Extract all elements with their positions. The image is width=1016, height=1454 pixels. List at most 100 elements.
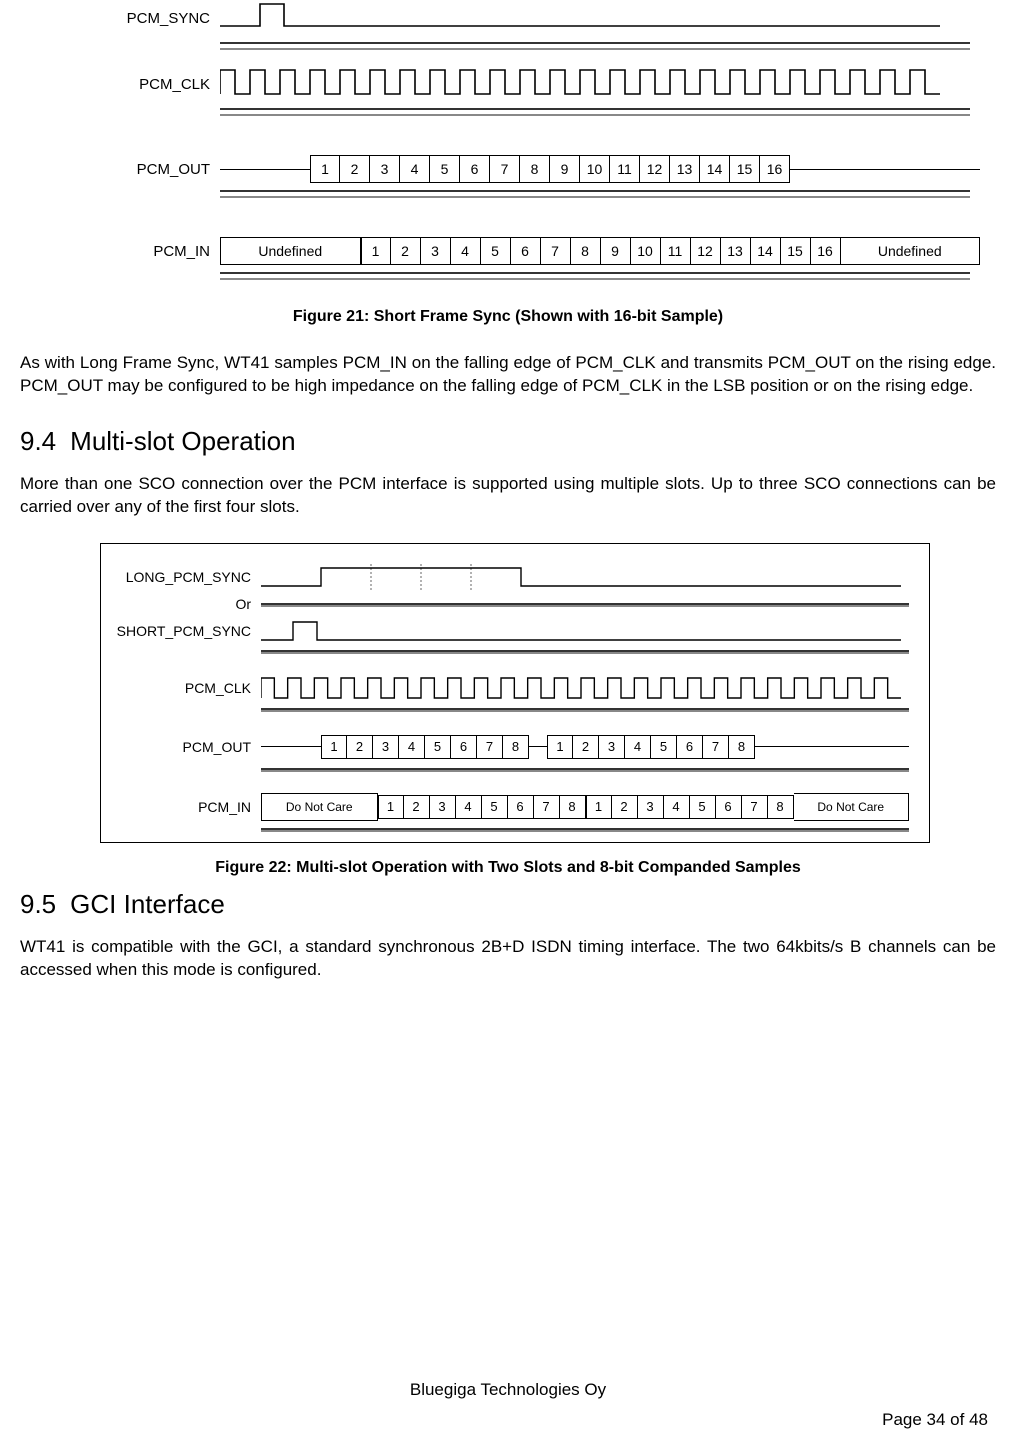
fig22-out-b-bit: 2 [573,735,599,759]
figure-22-diagram: LONG_PCM_SYNC Or SHORT_PCM_SYNC [100,543,930,843]
fig21-out-bit: 14 [700,155,730,183]
fig22-out-a: 12345678 [321,732,529,762]
fig22-out-b-bit: 1 [547,735,573,759]
paragraph-fig21: As with Long Frame Sync, WT41 samples PC… [20,352,996,398]
fig21-in-bit: 8 [571,237,601,265]
fig22-out-b-bit: 4 [625,735,651,759]
fig22-in-left: Do Not Care [261,793,378,821]
fig22-in-b-bit: 6 [716,795,742,819]
fig22-in-a-bit: 1 [378,795,404,819]
fig21-in-left: Undefined [220,237,361,265]
fig21-in-bit: 6 [511,237,541,265]
heading-9-4: 9.4 Multi-slot Operation [20,426,996,457]
fig22-in-b-bit: 3 [638,795,664,819]
fig21-in-right: Undefined [841,237,981,265]
fig21-out-bit: 15 [730,155,760,183]
fig21-in-bit: 4 [451,237,481,265]
fig22-in-b-bit: 5 [690,795,716,819]
fig22-label-long: LONG_PCM_SYNC [111,569,261,585]
fig22-in-b-bit: 4 [664,795,690,819]
heading-9-5: 9.5 GCI Interface [20,889,996,920]
fig21-out-bit: 7 [490,155,520,183]
fig22-in-b-bit: 8 [768,795,794,819]
fig21-out-bit: 8 [520,155,550,183]
footer-page: Page 34 of 48 [882,1410,988,1430]
fig21-in-bit: 14 [751,237,781,265]
fig21-in-bit: 1 [361,237,391,265]
fig22-out-a-bit: 3 [373,735,399,759]
fig21-out-bit: 13 [670,155,700,183]
fig22-in-row: Do Not Care 12345678 12345678 Do Not Car… [261,792,909,822]
fig21-out-bit: 4 [400,155,430,183]
fig22-in-right: Do Not Care [794,793,910,821]
fig22-out-a-bit: 7 [477,735,503,759]
fig21-in-bit: 10 [631,237,661,265]
fig21-out-bit: 12 [640,155,670,183]
fig21-clock-wave [220,66,940,98]
fig22-label-or: Or [111,596,261,612]
fig22-out-b-bit: 8 [729,735,755,759]
figure-22-caption: Figure 22: Multi-slot Operation with Two… [20,859,996,877]
fig21-label-out: PCM_OUT [60,161,220,178]
fig22-in-a-bit: 5 [482,795,508,819]
fig21-in-bit: 11 [661,237,691,265]
fig21-out-bit: 6 [460,155,490,183]
figure-21-diagram: PCM_SYNC PCM_CLK PCM_OUT [60,0,980,278]
fig21-out-bit: 9 [550,155,580,183]
fig22-out-a-bit: 1 [321,735,347,759]
fig21-out-bit: 11 [610,155,640,183]
fig22-out-a-bit: 5 [425,735,451,759]
secnum-9-5: 9.5 [20,889,56,920]
fig21-in-bit: 2 [391,237,421,265]
fig22-label-clk: PCM_CLK [111,680,261,696]
fig22-out-b-bit: 7 [703,735,729,759]
sectitle-9-5: GCI Interface [70,889,225,919]
fig21-in-bit: 5 [481,237,511,265]
paragraph-9-4: More than one SCO connection over the PC… [20,473,996,519]
fig21-out-bit: 10 [580,155,610,183]
fig21-out-bit: 2 [340,155,370,183]
fig22-in-a-bit: 3 [430,795,456,819]
fig22-out-a-bit: 2 [347,735,373,759]
fig22-out-a-bit: 4 [399,735,425,759]
fig22-out-a-bit: 6 [451,735,477,759]
fig21-label-sync: PCM_SYNC [60,10,220,27]
fig22-out-b-bit: 5 [651,735,677,759]
fig21-out-bit: 3 [370,155,400,183]
fig21-in-bit: 3 [421,237,451,265]
fig21-label-in: PCM_IN [60,243,220,260]
fig21-out-bit: 16 [760,155,790,183]
fig21-out-bit: 5 [430,155,460,183]
fig22-out-a-bit: 8 [503,735,529,759]
fig22-in-b-bit: 1 [586,795,612,819]
fig22-in-a-bit: 8 [560,795,586,819]
fig22-label-in: PCM_IN [111,799,261,815]
fig21-out-bit: 1 [310,155,340,183]
secnum-9-4: 9.4 [20,426,56,457]
page: PCM_SYNC PCM_CLK PCM_OUT [0,0,1016,1454]
fig21-in-cells: Undefined 12345678910111213141516 Undefi… [220,236,980,266]
fig21-in-bit: 13 [721,237,751,265]
fig22-in-a-bit: 2 [404,795,430,819]
fig21-in-bit: 12 [691,237,721,265]
fig22-label-out: PCM_OUT [111,739,261,755]
fig22-out-b-bit: 6 [677,735,703,759]
fig21-label-clk: PCM_CLK [60,76,220,93]
fig21-out-cells: 12345678910111213141516 [310,154,790,184]
fig22-in-a-bit: 7 [534,795,560,819]
fig22-label-short: SHORT_PCM_SYNC [111,623,261,639]
footer-company: Bluegiga Technologies Oy [0,1380,1016,1400]
fig22-out-b-bit: 3 [599,735,625,759]
fig22-out-b: 12345678 [547,732,755,762]
fig21-in-bit: 9 [601,237,631,265]
fig22-in-b-bit: 2 [612,795,638,819]
fig22-in-a-bit: 4 [456,795,482,819]
figure-21-caption: Figure 21: Short Frame Sync (Shown with … [20,308,996,326]
fig22-clock-wave [261,674,901,702]
paragraph-9-5: WT41 is compatible with the GCI, a stand… [20,936,996,982]
fig21-in-bit: 16 [811,237,841,265]
fig21-in-bit: 7 [541,237,571,265]
sectitle-9-4: Multi-slot Operation [70,426,295,456]
fig22-in-b-bit: 7 [742,795,768,819]
fig22-in-a-bit: 6 [508,795,534,819]
